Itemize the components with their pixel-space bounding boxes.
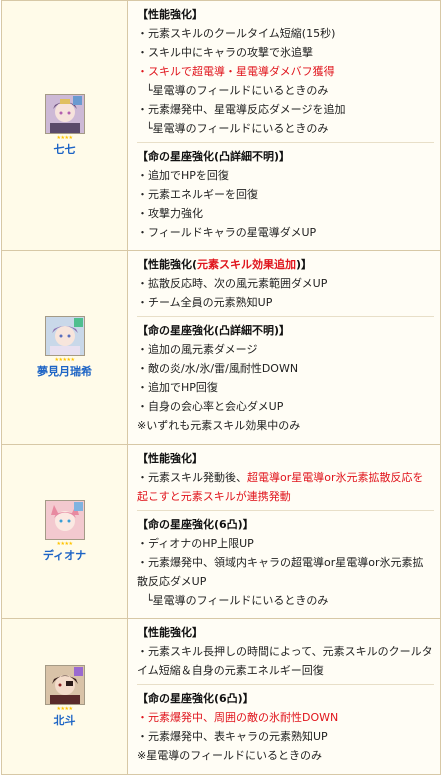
const-item: ・追加でHPを回復	[137, 169, 229, 182]
const-item: ・自身の会心率と会心ダメUP	[137, 400, 284, 413]
constellation-section: 【命の星座強化(凸詳細不明)】 ・追加でHPを回復 ・元素エネルギーを回復 ・攻…	[137, 142, 434, 242]
const-item: ・ディオナのHP上限UP	[137, 537, 254, 550]
perf-item: ・元素スキル発動後、超電導or星電導or氷元素拡散反応を起こすと元素スキルが連携…	[137, 471, 424, 503]
const-item: ・追加の風元素ダメージ	[137, 343, 258, 356]
const-note: ※星電導のフィールドにいるときのみ	[137, 749, 322, 762]
info-cell: 【性能強化(元素スキル効果追加)】 ・拡散反応時、次の風元素範囲ダメUP ・チー…	[127, 250, 441, 445]
const-note: ※いずれも元素スキル効果中のみ	[137, 419, 301, 432]
performance-header: 【性能強化(元素スキル効果追加)】	[137, 258, 313, 271]
constellation-section: 【命の星座強化(凸詳細不明)】 ・追加の風元素ダメージ ・敵の炎/水/氷/雷/風…	[137, 316, 434, 435]
character-comparison-table: ★★★★ 七七 【性能強化】 ・元素スキルのクールタイム短縮(15秒) ・スキル…	[1, 0, 441, 775]
perf-item-highlight: ・スキルで超電導・星電導ダメバフ獲得	[137, 65, 335, 78]
table-row: ★★★★ ディオナ 【性能強化】 ・元素スキル発動後、超電導or星電導or氷元素…	[1, 444, 441, 619]
diona-avatar-icon	[44, 500, 85, 540]
const-item: ・元素エネルギーを回復	[137, 188, 258, 201]
table-row: ★★★★★ 夢見月瑞希 【性能強化(元素スキル効果追加)】 ・拡散反応時、次の風…	[1, 250, 441, 445]
perf-item: ・元素スキルのクールタイム短縮(15秒)	[137, 27, 336, 40]
perf-item: ・スキル中にキャラの攻撃で氷追撃	[137, 46, 313, 59]
constellation-header: 【命の星座強化(6凸)】	[137, 518, 254, 531]
constellation-section: 【命の星座強化(6凸)】 ・元素爆発中、周囲の敵の氷耐性DOWN ・元素爆発中、…	[137, 684, 434, 765]
performance-section: 【性能強化】 ・元素スキル長押しの時間によって、元素スキルのクールタイム短縮＆自…	[137, 619, 434, 684]
qiqi-avatar-icon	[44, 94, 85, 134]
character-cell: ★★★★★ 夢見月瑞希	[1, 250, 128, 445]
beidou-avatar-icon	[44, 665, 85, 705]
const-item: ・追加でHP回復	[137, 381, 218, 394]
const-item: ・フィールドキャラの星電導ダメUP	[137, 226, 317, 239]
perf-item: ・チーム全員の元素熟知UP	[137, 296, 273, 309]
constellation-header: 【命の星座強化(6凸)】	[137, 692, 254, 705]
character-name[interactable]: 七七	[2, 143, 127, 157]
rarity-stars: ★★★★	[56, 541, 73, 547]
const-item: ・元素爆発中、表キャラの元素熟知UP	[137, 730, 328, 743]
character-cell: ★★★★ 七七	[1, 0, 128, 251]
perf-subnote: └星電導のフィールドにいるときのみ	[146, 84, 329, 97]
performance-header: 【性能強化】	[137, 452, 203, 465]
rarity-stars: ★★★★	[56, 135, 73, 141]
info-cell: 【性能強化】 ・元素スキル発動後、超電導or星電導or氷元素拡散反応を起こすと元…	[127, 444, 441, 619]
constellation-section: 【命の星座強化(6凸)】 ・ディオナのHP上限UP ・元素爆発中、領域内キャラの…	[137, 510, 434, 610]
performance-section: 【性能強化(元素スキル効果追加)】 ・拡散反応時、次の風元素範囲ダメUP ・チー…	[137, 251, 434, 316]
performance-header-highlight: 元素スキル効果追加	[197, 258, 297, 271]
character-cell: ★★★★ ディオナ	[1, 444, 128, 619]
constellation-header: 【命の星座強化(凸詳細不明)】	[137, 324, 291, 337]
perf-item: ・元素爆発中、星電導反応ダメージを追加	[137, 103, 346, 116]
table-row: ★★★★ 七七 【性能強化】 ・元素スキルのクールタイム短縮(15秒) ・スキル…	[1, 0, 441, 251]
const-item: ・攻撃力強化	[137, 207, 203, 220]
rarity-stars: ★★★★	[56, 706, 73, 712]
rarity-stars: ★★★★★	[54, 357, 75, 363]
character-cell: ★★★★ 北斗	[1, 618, 128, 775]
performance-section: 【性能強化】 ・元素スキル発動後、超電導or星電導or氷元素拡散反応を起こすと元…	[137, 445, 434, 510]
constellation-header: 【命の星座強化(凸詳細不明)】	[137, 150, 291, 163]
character-name[interactable]: ディオナ	[2, 549, 127, 563]
mizuki-avatar-icon	[44, 316, 85, 356]
table-row: ★★★★ 北斗 【性能強化】 ・元素スキル長押しの時間によって、元素スキルのクー…	[1, 618, 441, 775]
perf-item: ・拡散反応時、次の風元素範囲ダメUP	[137, 277, 328, 290]
performance-header: 【性能強化】	[137, 626, 203, 639]
character-name[interactable]: 北斗	[2, 714, 127, 728]
const-subnote: └星電導のフィールドにいるときのみ	[146, 594, 329, 607]
character-name[interactable]: 夢見月瑞希	[2, 365, 127, 379]
const-item: ・元素爆発中、領域内キャラの超電導or星電導or氷元素拡散反応ダメUP	[137, 556, 424, 588]
const-item: ・敵の炎/水/氷/雷/風耐性DOWN	[137, 362, 299, 375]
performance-header: 【性能強化】	[137, 8, 203, 21]
performance-section: 【性能強化】 ・元素スキルのクールタイム短縮(15秒) ・スキル中にキャラの攻撃…	[137, 1, 434, 142]
info-cell: 【性能強化】 ・元素スキルのクールタイム短縮(15秒) ・スキル中にキャラの攻撃…	[127, 0, 441, 251]
perf-item: ・元素スキル長押しの時間によって、元素スキルのクールタイム短縮＆自身の元素エネル…	[137, 645, 433, 677]
const-item-highlight: ・元素爆発中、周囲の敵の氷耐性DOWN	[137, 711, 339, 724]
perf-subnote: └星電導のフィールドにいるときのみ	[146, 122, 329, 135]
info-cell: 【性能強化】 ・元素スキル長押しの時間によって、元素スキルのクールタイム短縮＆自…	[127, 618, 441, 775]
